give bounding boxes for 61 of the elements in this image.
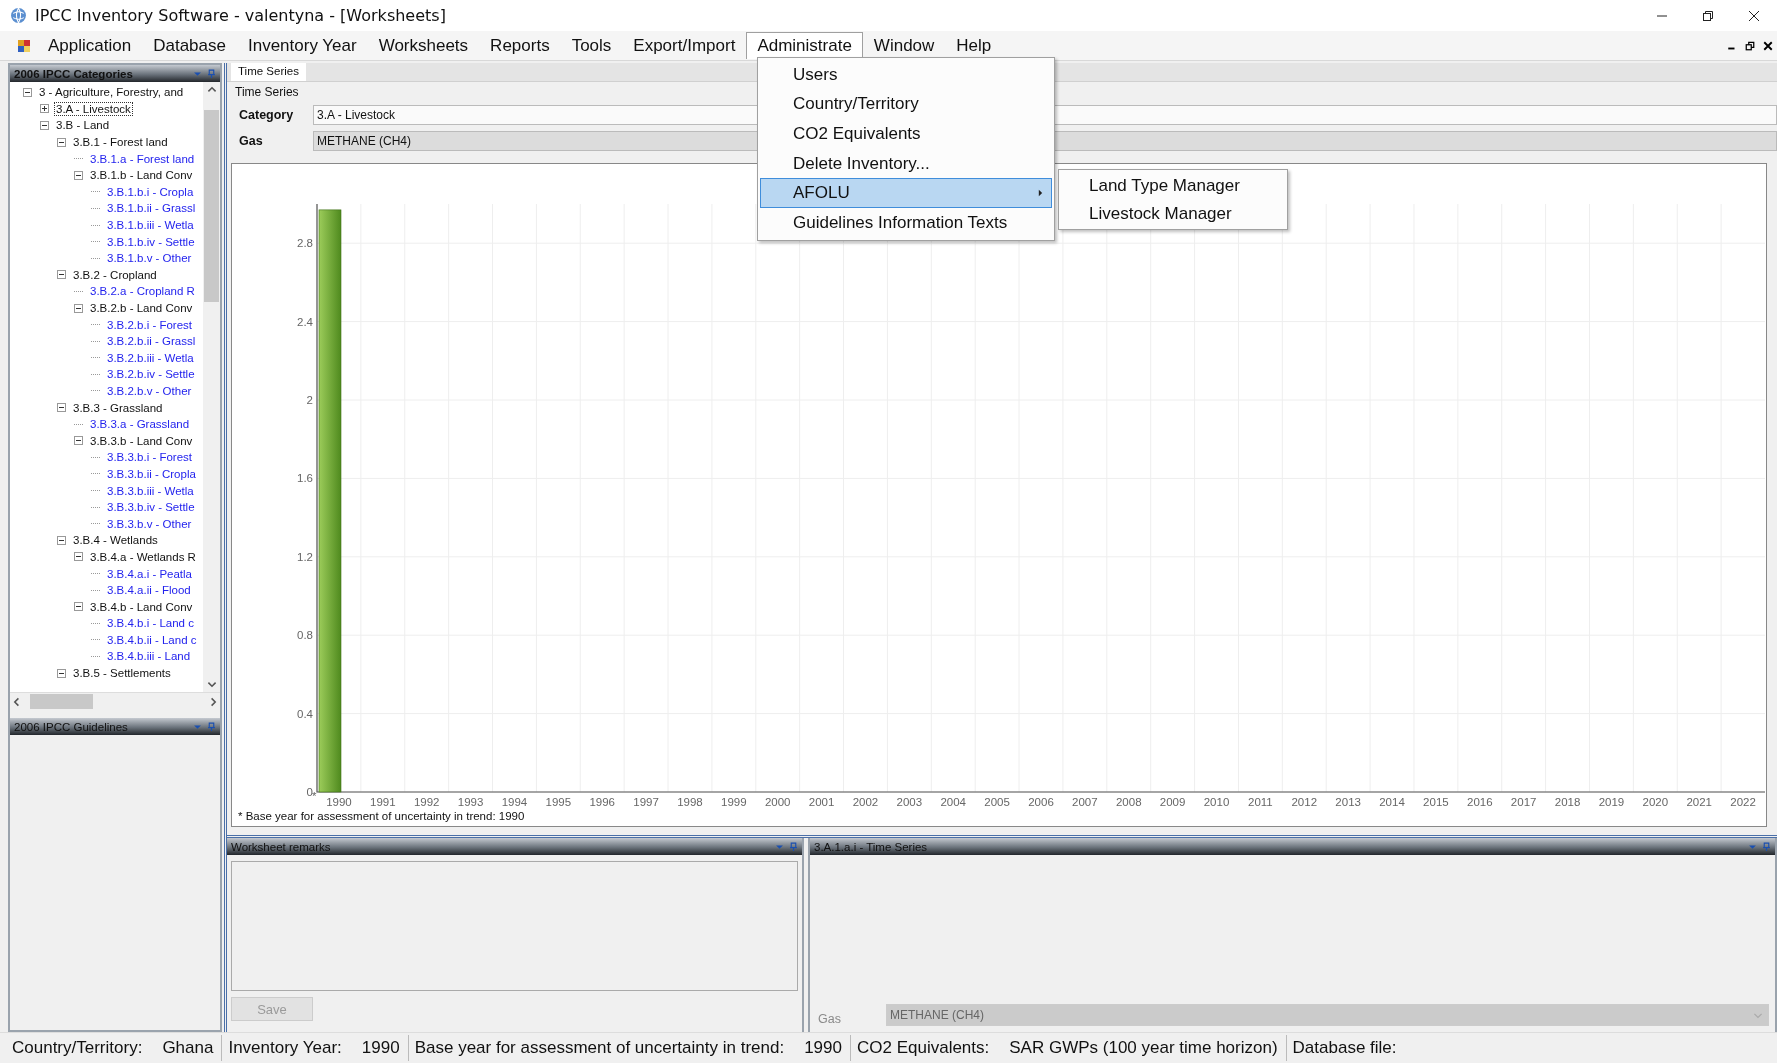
x-tick-label: 2001 <box>808 796 835 808</box>
status-value: SAR GWPs (100 year time horizon) <box>1009 1038 1278 1058</box>
status-label: CO2 Equivalents: <box>856 1038 990 1058</box>
x-tick-label: 2017 <box>1510 796 1537 808</box>
x-tick-label: 2011 <box>1248 796 1273 808</box>
y-tick-label: 1.6 <box>297 472 313 485</box>
x-tick-label: 2012 <box>1291 796 1318 808</box>
status-value: Ghana <box>162 1038 214 1058</box>
base-year-mark: * <box>312 790 317 802</box>
x-tick-label: 2022 <box>1730 796 1756 808</box>
panel-title: 2006 IPCC Categories <box>14 67 134 80</box>
x-tick-label: 2021 <box>1686 796 1712 808</box>
x-tick-label: 2007 <box>1072 796 1098 808</box>
y-tick-label: 0 <box>306 786 313 798</box>
x-tick-label: 1994 <box>501 796 528 808</box>
y-tick-label: 1.2 <box>297 550 313 563</box>
x-tick-label: 1996 <box>589 796 615 808</box>
x-tick-label: 2008 <box>1115 796 1142 808</box>
chart-footnote: * Base year for assessment of uncertainty in trend: 1990 <box>237 810 525 822</box>
x-tick-label: 2010 <box>1203 796 1230 808</box>
y-tick-label: 0.8 <box>297 629 313 642</box>
y-tick-label: 2.8 <box>297 237 313 250</box>
x-tick-label: 2006 <box>1028 796 1054 808</box>
x-tick-label: 2013 <box>1335 796 1361 808</box>
status-label: Base year for assessment of uncertainty in trend: <box>414 1038 785 1058</box>
x-tick-label: 2004 <box>940 796 967 808</box>
x-tick-label: 1992 <box>413 796 440 808</box>
x-tick-label: 1998 <box>677 796 703 808</box>
x-tick-label: 2019 <box>1598 796 1625 808</box>
field-label: Gas <box>238 134 264 148</box>
panel-title: 2006 IPCC Guidelines <box>14 720 129 733</box>
x-tick-label: 1999 <box>721 796 747 808</box>
x-tick-label: 2015 <box>1423 796 1449 808</box>
status-value: 1990 <box>361 1038 400 1058</box>
x-tick-label: 2014 <box>1379 796 1405 808</box>
window-title: IPCC Inventory Software - valentyna - [Worksheets] <box>35 6 446 25</box>
group-title: Time Series <box>235 85 300 99</box>
y-tick-label: 2.4 <box>297 315 313 328</box>
panel-title: 3.A.1.a.i - Time Series <box>814 840 929 853</box>
y-tick-label: 0.4 <box>297 707 313 720</box>
x-tick-label: 2003 <box>896 796 923 808</box>
x-tick-label: 2016 <box>1467 796 1493 808</box>
x-tick-label: 2018 <box>1554 796 1581 808</box>
y-tick-label: 2 <box>306 394 313 406</box>
x-tick-label: 2000 <box>764 796 791 808</box>
x-tick-label: 2002 <box>852 796 879 808</box>
status-label: Country/Territory: <box>12 1038 143 1058</box>
field-label: Gas <box>818 1011 842 1026</box>
status-label: Database file: <box>1292 1038 1397 1058</box>
x-tick-label: 1997 <box>633 796 659 808</box>
status-value: 1990 <box>804 1038 842 1058</box>
x-tick-label: 2020 <box>1642 796 1669 808</box>
x-tick-label: 2009 <box>1159 796 1186 808</box>
field-label: Category <box>238 108 295 122</box>
status-label: Inventory Year: <box>228 1038 342 1058</box>
x-tick-label: 1991 <box>370 796 396 808</box>
x-tick-label: 1995 <box>545 796 572 808</box>
x-tick-label: 2005 <box>984 796 1010 808</box>
panel-title: Worksheet remarks <box>231 840 332 853</box>
x-tick-label: 1990 <box>326 796 352 808</box>
x-tick-label: 1993 <box>457 796 484 808</box>
